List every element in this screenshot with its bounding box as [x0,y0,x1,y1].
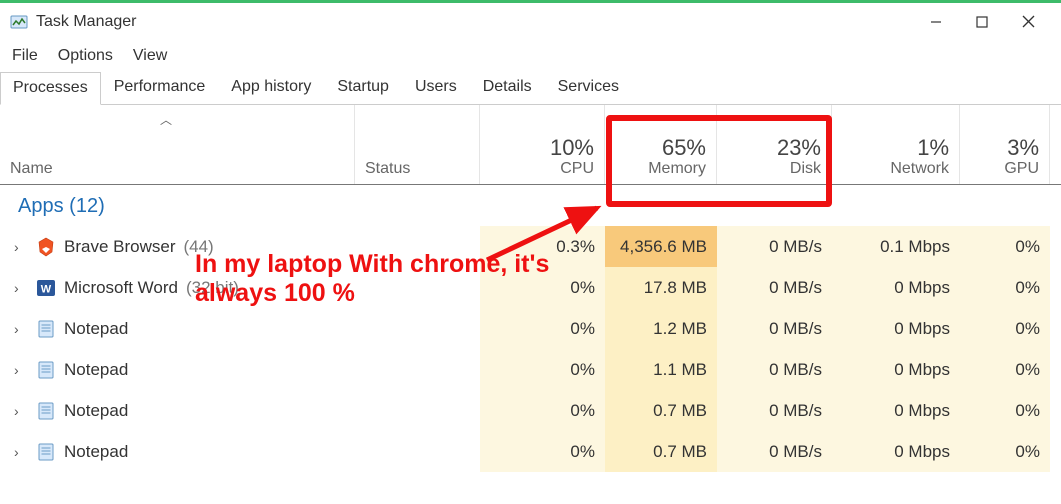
column-cpu[interactable]: 10% CPU [480,105,605,184]
table-row[interactable]: ›Notepad0%1.2 MB0 MB/s0 Mbps0% [0,308,1061,349]
cell-net: 0 Mbps [832,349,960,390]
cell-cpu: 0% [480,390,605,431]
chevron-right-icon[interactable]: › [14,403,28,419]
tab-processes[interactable]: Processes [0,72,101,105]
menu-file[interactable]: File [12,47,38,65]
tab-startup[interactable]: Startup [324,71,402,104]
table-header: ︿ Name Status 10% CPU 65% Memory 23% Dis… [0,105,1061,185]
chevron-right-icon[interactable]: › [14,280,28,296]
process-name: Notepad [64,442,128,462]
column-network[interactable]: 1% Network [832,105,960,184]
cell-mem: 1.2 MB [605,308,717,349]
cell-net: 0 Mbps [832,267,960,308]
cell-gpu: 0% [960,390,1050,431]
menu-options[interactable]: Options [58,47,113,65]
cell-disk: 0 MB/s [717,267,832,308]
table-row[interactable]: ›Notepad0%0.7 MB0 MB/s0 Mbps0% [0,390,1061,431]
process-name: Notepad [64,360,128,380]
notepad-icon [36,360,56,380]
chevron-right-icon[interactable]: › [14,239,28,255]
cell-disk: 0 MB/s [717,390,832,431]
cell-net: 0.1 Mbps [832,226,960,267]
cell-gpu: 0% [960,349,1050,390]
tab-app-history[interactable]: App history [218,71,324,104]
cell-gpu: 0% [960,267,1050,308]
process-name: Notepad [64,319,128,339]
notepad-icon [36,442,56,462]
cell-net: 0 Mbps [832,390,960,431]
cell-gpu: 0% [960,226,1050,267]
tab-services[interactable]: Services [545,71,632,104]
cell-mem: 4,356.6 MB [605,226,717,267]
cell-mem: 0.7 MB [605,390,717,431]
cell-disk: 0 MB/s [717,431,832,472]
table-row[interactable]: ›WMicrosoft Word (32 bit)0%17.8 MB0 MB/s… [0,267,1061,308]
annotation-arrow-icon [477,200,617,270]
cell-net: 0 Mbps [832,431,960,472]
cell-cpu: 0% [480,431,605,472]
column-gpu[interactable]: 3% GPU [960,105,1050,184]
cell-mem: 17.8 MB [605,267,717,308]
notepad-icon [36,401,56,421]
brave-icon [36,237,56,257]
table-row[interactable]: ›Notepad0%1.1 MB0 MB/s0 Mbps0% [0,349,1061,390]
table-row[interactable]: ›Notepad0%0.7 MB0 MB/s0 Mbps0% [0,431,1061,472]
cell-gpu: 0% [960,431,1050,472]
menu-bar: File Options View [0,41,1061,71]
tab-performance[interactable]: Performance [101,71,219,104]
menu-view[interactable]: View [133,47,167,65]
close-button[interactable] [1005,7,1051,37]
cell-cpu: 0% [480,267,605,308]
svg-text:W: W [41,283,52,295]
cell-cpu: 0% [480,349,605,390]
cell-net: 0 Mbps [832,308,960,349]
process-name: Microsoft Word [64,278,178,298]
cell-mem: 0.7 MB [605,431,717,472]
annotation-red-box [606,115,832,207]
column-status[interactable]: Status [355,105,480,184]
sort-caret-icon: ︿ [160,111,172,128]
chevron-right-icon[interactable]: › [14,444,28,460]
column-name[interactable]: ︿ Name [0,105,355,184]
window-title: Task Manager [36,13,913,31]
cell-disk: 0 MB/s [717,308,832,349]
tab-users[interactable]: Users [402,71,470,104]
process-suffix: (32 bit) [186,278,239,298]
task-manager-icon [10,13,28,31]
cell-disk: 0 MB/s [717,226,832,267]
cell-mem: 1.1 MB [605,349,717,390]
word-icon: W [36,278,56,298]
cell-disk: 0 MB/s [717,349,832,390]
minimize-button[interactable] [913,7,959,37]
maximize-button[interactable] [959,7,1005,37]
process-name: Notepad [64,401,128,421]
process-name: Brave Browser [64,237,175,257]
process-suffix: (44) [183,237,213,257]
title-bar: Task Manager [0,3,1061,41]
chevron-right-icon[interactable]: › [14,321,28,337]
notepad-icon [36,319,56,339]
tab-bar: Processes Performance App history Startu… [0,71,1061,105]
cell-cpu: 0% [480,308,605,349]
tab-details[interactable]: Details [470,71,545,104]
chevron-right-icon[interactable]: › [14,362,28,378]
cell-gpu: 0% [960,308,1050,349]
